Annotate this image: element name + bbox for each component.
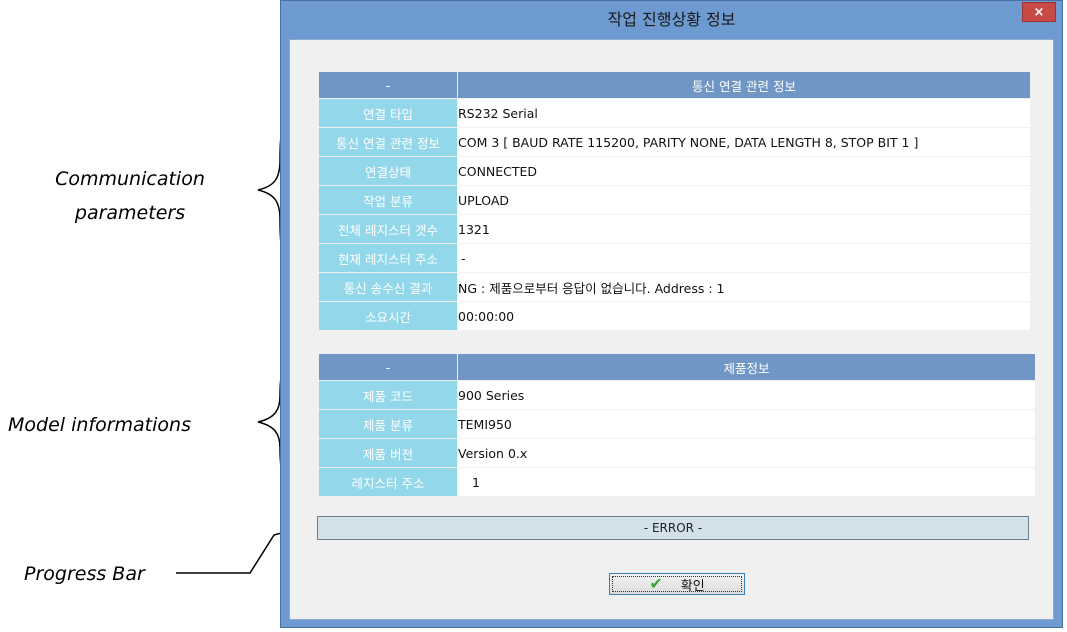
progress-bar-text: - ERROR - <box>643 521 703 535</box>
dialog-title: 작업 진행상황 정보 <box>607 10 736 29</box>
row-value: 00:00:00 <box>457 301 1031 331</box>
row-value: 1321 <box>457 214 1031 244</box>
table-row: 제품 분류 TEMI950 <box>318 409 1036 439</box>
annotation-progress-bar: Progress Bar <box>24 563 145 585</box>
row-value: UPLOAD <box>457 185 1031 215</box>
row-value: Version 0.x <box>457 438 1036 468</box>
annotation-comm-line2: parameters <box>74 202 186 224</box>
progress-bar: - ERROR - <box>317 516 1029 540</box>
annotation-model-informations: Model informations <box>8 414 191 436</box>
table-row: 제품 버전 Version 0.x <box>318 438 1036 468</box>
dialog-client-area: - 통신 연결 관련 정보 연결 타입 RS232 Serial 통신 연결 관… <box>289 39 1054 620</box>
communication-info-table: - 통신 연결 관련 정보 연결 타입 RS232 Serial 통신 연결 관… <box>318 71 1031 331</box>
checkmark-icon: ✔ <box>649 574 663 593</box>
header-left: - <box>318 353 458 381</box>
row-value: COM 3 [ BAUD RATE 115200, PARITY NONE, D… <box>457 127 1031 157</box>
row-label: 전체 레지스터 갯수 <box>318 214 458 244</box>
row-label: 연결 타입 <box>318 98 458 128</box>
row-value: RS232 Serial <box>457 98 1031 128</box>
table-row: 전체 레지스터 갯수 1321 <box>318 214 1031 244</box>
row-label: 소요시간 <box>318 301 458 331</box>
progress-pointer-line <box>176 529 293 574</box>
row-label: 통신 송수신 결과 <box>318 272 458 302</box>
table-row: 소요시간 00:00:00 <box>318 301 1031 331</box>
row-label: 제품 코드 <box>318 380 458 410</box>
confirm-button[interactable]: ✔ 확인 <box>609 573 745 595</box>
row-value: NG : 제품으로부터 응답이 없습니다. Address : 1 <box>457 272 1031 302</box>
header-left: - <box>318 71 458 99</box>
row-value: TEMI950 <box>457 409 1036 439</box>
close-icon: × <box>1033 4 1045 20</box>
table-row: 통신 연결 관련 정보 COM 3 [ BAUD RATE 115200, PA… <box>318 127 1031 157</box>
table-row: 작업 분류 UPLOAD <box>318 185 1031 215</box>
table-row: 연결상태 CONNECTED <box>318 156 1031 186</box>
close-button[interactable]: × <box>1022 2 1056 22</box>
row-label: 통신 연결 관련 정보 <box>318 127 458 157</box>
table-row: 통신 송수신 결과 NG : 제품으로부터 응답이 없습니다. Address … <box>318 272 1031 302</box>
row-label: 제품 분류 <box>318 409 458 439</box>
confirm-button-label: 확인 <box>680 578 705 594</box>
model-info-table: - 제품정보 제품 코드 900 Series 제품 분류 TEMI950 제품… <box>318 353 1036 497</box>
table-header-row: - 통신 연결 관련 정보 <box>318 71 1031 99</box>
row-value: CONNECTED <box>457 156 1031 186</box>
row-label: 현재 레지스터 주소 <box>318 243 458 273</box>
table-row: 제품 코드 900 Series <box>318 380 1036 410</box>
row-value: 1 <box>457 467 1036 497</box>
row-label: 작업 분류 <box>318 185 458 215</box>
row-value: - <box>457 243 1031 273</box>
row-label: 제품 버전 <box>318 438 458 468</box>
table-row: 연결 타입 RS232 Serial <box>318 98 1031 128</box>
table-header-row: - 제품정보 <box>318 353 1036 381</box>
header-right: 통신 연결 관련 정보 <box>457 71 1031 99</box>
row-label: 레지스터 주소 <box>318 467 458 497</box>
row-label: 연결상태 <box>318 156 458 186</box>
row-value: 900 Series <box>457 380 1036 410</box>
table-row: 현재 레지스터 주소 - <box>318 243 1031 273</box>
dialog-window: 작업 진행상황 정보 × - 통신 연결 관련 정보 연결 타입 RS232 S… <box>280 0 1063 628</box>
header-right: 제품정보 <box>457 353 1036 381</box>
annotation-communication-parameters: Communication parameters <box>30 168 230 224</box>
title-bar[interactable]: 작업 진행상황 정보 × <box>281 1 1062 35</box>
table-row: 레지스터 주소 1 <box>318 467 1036 497</box>
annotation-comm-line1: Communication <box>55 168 205 190</box>
